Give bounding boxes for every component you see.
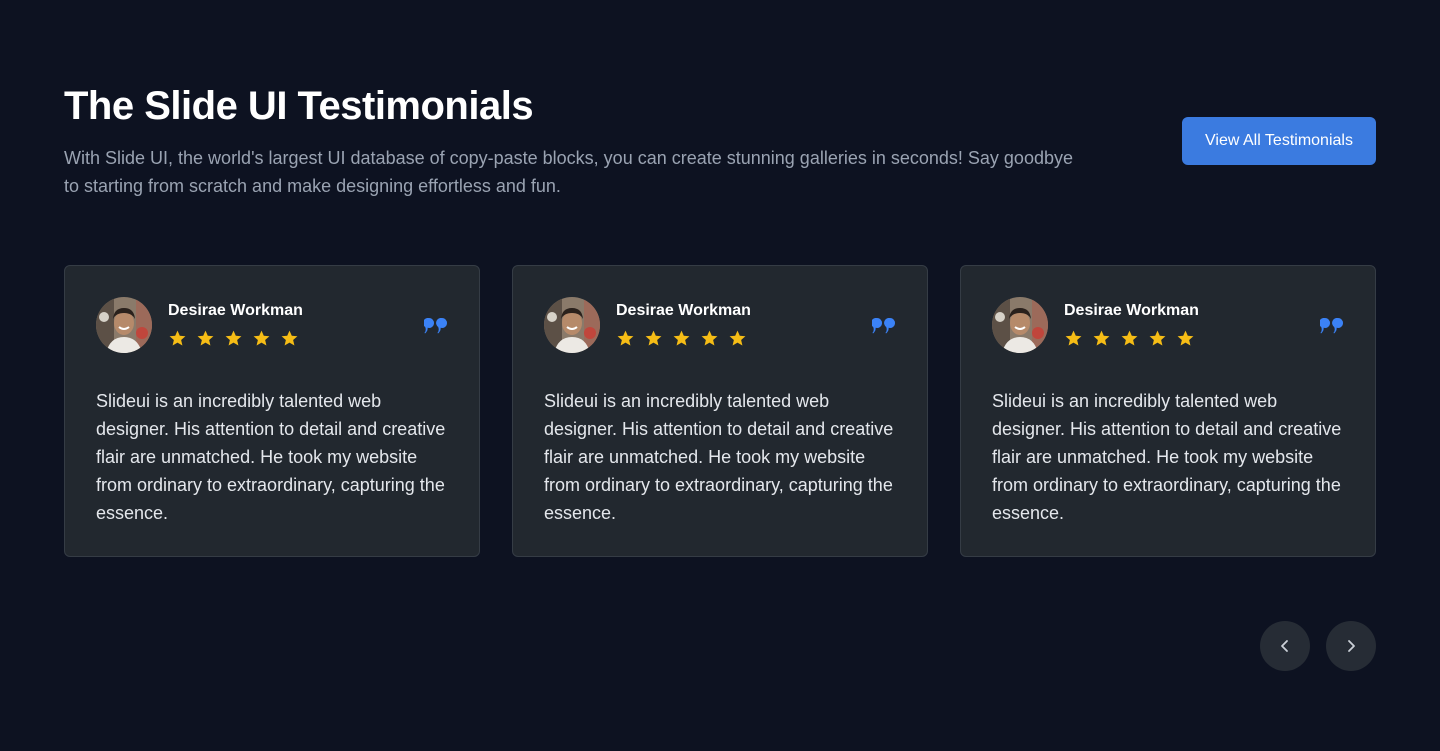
view-all-testimonials-button[interactable]: View All Testimonials [1182, 117, 1376, 165]
star-rating [1064, 329, 1199, 348]
quote-icon [1320, 318, 1343, 334]
star-icon [617, 330, 634, 346]
testimonial-card: Desirae Workman Slideui is an incredibly… [512, 265, 928, 557]
star-icon [729, 330, 746, 346]
page-title: The Slide UI Testimonials [64, 84, 534, 128]
star-icon [281, 330, 298, 346]
star-icon [253, 330, 270, 346]
reviewer-info: Desirae Workman [1064, 301, 1199, 348]
chevron-right-icon [1348, 640, 1355, 652]
section-description: With Slide UI, the world's largest UI da… [64, 148, 1073, 196]
star-icon [1149, 330, 1166, 346]
star-icon [225, 330, 242, 346]
star-rating [168, 329, 303, 348]
quote-icon [424, 318, 447, 334]
reviewer-info: Desirae Workman [168, 301, 303, 348]
avatar [992, 297, 1048, 353]
reviewer-info: Desirae Workman [616, 301, 751, 348]
reviewer-name: Desirae Workman [616, 302, 751, 319]
star-icon [1121, 330, 1138, 346]
avatar [544, 297, 600, 353]
reviewer-name: Desirae Workman [1064, 302, 1199, 319]
avatar [96, 297, 152, 353]
star-icon [645, 330, 662, 346]
star-icon [1065, 330, 1082, 346]
carousel-navigation [1260, 621, 1376, 671]
testimonial-text: Slideui is an incredibly talented web de… [96, 391, 446, 523]
chevron-left-icon [1281, 640, 1288, 652]
quote-icon [872, 318, 895, 334]
next-button[interactable] [1326, 621, 1376, 671]
testimonial-card: Desirae Workman Slideui is an incredibly… [960, 265, 1376, 557]
star-icon [1177, 330, 1194, 346]
card-header: Desirae Workman [992, 297, 1344, 353]
star-rating [616, 329, 751, 348]
star-icon [1093, 330, 1110, 346]
testimonial-carousel: Desirae Workman Slideui is an incredibly… [64, 265, 1376, 557]
reviewer-name: Desirae Workman [168, 302, 303, 319]
section-header: The Slide UI Testimonials With Slide UI,… [64, 82, 1376, 200]
card-header: Desirae Workman [96, 297, 448, 353]
testimonial-text: Slideui is an incredibly talented web de… [992, 391, 1342, 523]
card-header: Desirae Workman [544, 297, 896, 353]
testimonial-card: Desirae Workman Slideui is an incredibly… [64, 265, 480, 557]
testimonial-text: Slideui is an incredibly talented web de… [544, 391, 894, 523]
previous-button[interactable] [1260, 621, 1310, 671]
star-icon [673, 330, 690, 346]
star-icon [701, 330, 718, 346]
star-icon [197, 330, 214, 346]
star-icon [169, 330, 186, 346]
testimonials-section: The Slide UI Testimonials With Slide UI,… [64, 0, 1376, 751]
